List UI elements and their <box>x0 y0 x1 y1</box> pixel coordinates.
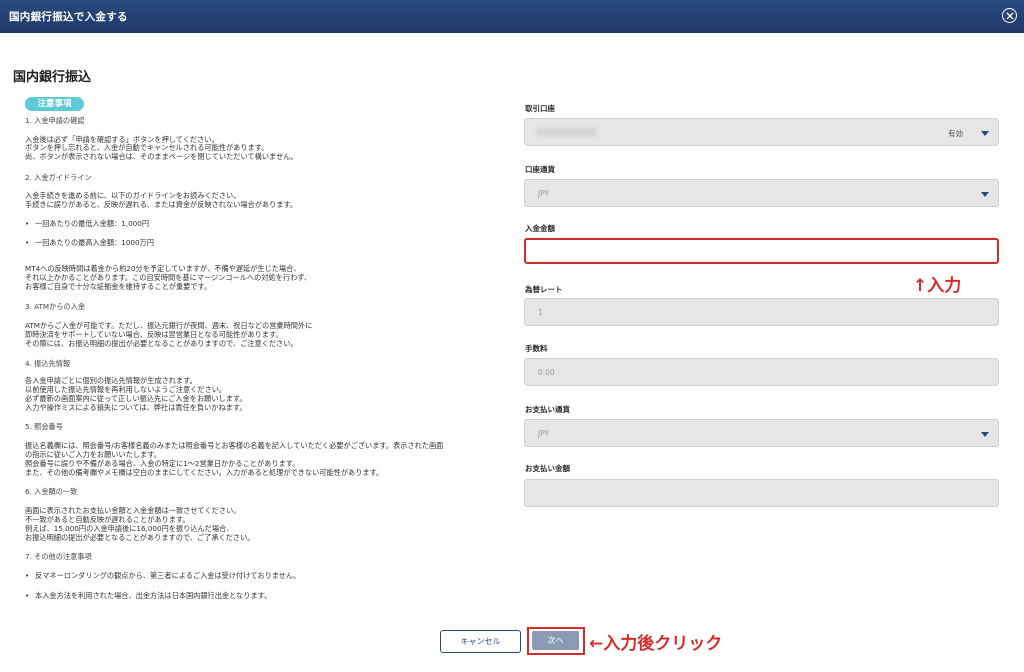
pay-amount-field <box>524 479 999 507</box>
notice-line-text: 入金手続きを進める前に、以下のガイドラインをお読みください。 <box>25 191 241 200</box>
cancel-button[interactable]: キャンセル <box>440 630 521 653</box>
click-hint-annotation: ←入力後クリック <box>589 634 723 654</box>
notice-line-text: 7. その他の注意事項 <box>25 552 92 561</box>
pay-amount-label: お支払い金額 <box>525 464 570 473</box>
notice-line-text: 画面に表示されたお支払い金額と入金金額は一致させてください。 <box>25 506 241 515</box>
notice-line-text: 照会番号に誤りや不備がある場合、入金の特定に1〜2営業日かかることがあります。 <box>25 459 300 468</box>
notice-line-text: その際には、お振込明細の提出が必要となることがありますので、ご注意ください。 <box>25 339 298 348</box>
notice-heading: 4. 振込先情報 <box>25 359 70 369</box>
notice-text: 入力や操作ミスによる損失については、弊社は責任を負いかねます。 <box>25 403 247 413</box>
next-button-highlight: 次へ <box>527 627 585 655</box>
notice-text: また、その他の備考欄やメモ欄は空白のままにしてください。入力があると処理ができな… <box>25 468 383 478</box>
notice-heading: 2. 入金ガイドライン <box>25 173 92 183</box>
notice-text: お客様ご自身で十分な証拠金を維持することが重要です。 <box>25 282 211 292</box>
notice-text: 尚、ボタンが表示されない場合は、そのままページを閉じていただいて構いません。 <box>25 152 298 162</box>
dialog-header: 国内銀行振込で入金する <box>0 0 1024 33</box>
currency-value: JPY <box>538 189 550 198</box>
notice-text: その際には、お振込明細の提出が必要となることがありますので、ご注意ください。 <box>25 339 298 349</box>
notice-heading: 1. 入金申請の確認 <box>25 116 84 126</box>
notice-heading: 3. ATMからの入金 <box>25 302 85 312</box>
amount-input[interactable] <box>524 238 999 264</box>
notice-heading: 6. 入金額の一致 <box>25 487 77 497</box>
notice-line-text: 一回あたりの最低入金額：1,000円 <box>35 219 150 228</box>
rate-label: 為替レート <box>525 285 563 294</box>
notice-line-text: 1. 入金申請の確認 <box>25 116 85 125</box>
notice-line-text: 2. 入金ガイドライン <box>25 173 92 182</box>
pay-currency-value: JPY <box>538 429 550 438</box>
account-label: 取引口座 <box>525 104 555 113</box>
notice-line-text: お客様ご自身で十分な証拠金を維持することが重要です。 <box>25 282 212 291</box>
notice-line-text: 4. 振込先情報 <box>25 359 71 368</box>
chevron-down-icon <box>981 192 989 197</box>
account-select[interactable]: 有効 <box>524 118 999 146</box>
notice-line-text: 反マネーロンダリングの観点から、第三者によるご入金は受け付けておりません。 <box>35 571 301 580</box>
notice-line-text: それ以上かかることがあります。この目安時間を基にマージンコールへの対処を行わず、 <box>25 273 312 282</box>
notice-line-text: 各入金申請ごとに個別の振込先情報が生成されます。 <box>25 376 197 385</box>
notice-line-text: 3. ATMからの入金 <box>25 302 86 311</box>
notice-line-text: 6. 入金額の一致 <box>25 487 78 496</box>
account-number-blurred <box>537 128 597 137</box>
rate-value: 1 <box>538 308 543 317</box>
notice-line-text: 5. 照会番号 <box>25 422 63 431</box>
fee-label: 手数料 <box>525 344 548 353</box>
notice-line-text: の指示に従いご入力をお願いいたします。 <box>25 450 161 459</box>
notice-line-text: 振込名義欄には、照会番号/お客様名義のみまたは照会番号とお客様の名義を記入してい… <box>25 441 444 450</box>
rate-field: 1 <box>524 298 999 326</box>
notice-line-text: 以前使用した振込先情報を再利用しないようご注意ください。 <box>25 385 227 394</box>
notice-text: お振込明細の提出が必要となることがありますので、ご了承ください。 <box>25 533 255 543</box>
notice-bullet: 反マネーロンダリングの観点から、第三者によるご入金は受け付けておりません。 <box>25 571 300 581</box>
account-status: 有効 <box>948 129 963 138</box>
pay-currency-label: お支払い通貨 <box>525 405 570 414</box>
notice-line-text: 手続きに誤りがあると、反映が遅れる、または資金が反映されない場合があります。 <box>25 200 298 209</box>
notice-line-text: 尚、ボタンが表示されない場合は、そのままページを閉じていただいて構いません。 <box>25 152 298 161</box>
chevron-down-icon <box>981 432 989 437</box>
notice-text: 手続きに誤りがあると、反映が遅れる、または資金が反映されない場合があります。 <box>25 200 297 210</box>
dialog-title: 国内銀行振込で入金する <box>9 11 128 23</box>
notice-line-text: 一回あたりの最高入金額：1000万円 <box>35 238 154 247</box>
next-button[interactable]: 次へ <box>532 631 579 650</box>
notice-heading: 5. 照会番号 <box>25 422 63 432</box>
notice-line-text: 必ず最新の画面案内に従って正しい振込先にご入金をお願いします。 <box>25 394 247 403</box>
notice-line-text: また、その他の備考欄やメモ欄は空白のままにしてください。入力があると処理ができな… <box>25 468 384 477</box>
notice-line-text: 不一致があると自動反映が遅れることがあります。 <box>25 515 190 524</box>
notice-line-text: ボタンを押し忘れると、入金が自動でキャンセルされる可能性があります。 <box>25 143 269 152</box>
currency-select[interactable]: JPY <box>524 179 999 207</box>
notice-line-text: ATMからご入金が可能です。ただし、振込元銀行が夜間、週末、祝日などの営業時間外… <box>25 321 313 330</box>
notice-line-text: 入力や操作ミスによる損失については、弊社は責任を負いかねます。 <box>25 403 247 412</box>
chevron-down-icon <box>981 131 989 136</box>
fee-value: 0.00 <box>538 368 555 377</box>
notice-badge: 注意事項 <box>25 97 84 111</box>
close-icon[interactable] <box>1002 8 1017 23</box>
notice-line-text: 例えば、15,000円の入金申請後に16,000円を振り込んだ場合、 <box>25 524 234 533</box>
notice-line-text: 本入金方法を利用された場合、出金方法は日本国内銀行出金となります。 <box>35 591 272 600</box>
notice-bullet: 一回あたりの最高入金額：1000万円 <box>25 238 154 248</box>
notice-line-text: MT4への反映時間は着金から約20分を予定していますが、不備や遅延が生じた場合、 <box>25 264 301 273</box>
input-hint-annotation: ↑入力 <box>913 276 962 296</box>
notice-bullet: 本入金方法を利用された場合、出金方法は日本国内銀行出金となります。 <box>25 591 271 601</box>
pay-currency-select[interactable]: JPY <box>524 419 999 447</box>
notice-heading: 7. その他の注意事項 <box>25 552 92 562</box>
currency-label: 口座通貨 <box>525 165 555 174</box>
notice-line-text: お振込明細の提出が必要となることがありますので、ご了承ください。 <box>25 533 255 542</box>
notice-bullet: 一回あたりの最低入金額：1,000円 <box>25 219 149 229</box>
page-title: 国内銀行振込 <box>13 70 92 85</box>
fee-field: 0.00 <box>524 358 999 386</box>
amount-label: 入金金額 <box>525 224 555 233</box>
notice-line-text: 即時決済をサポートしていない場合、反映は翌営業日となる可能性があります。 <box>25 330 283 339</box>
